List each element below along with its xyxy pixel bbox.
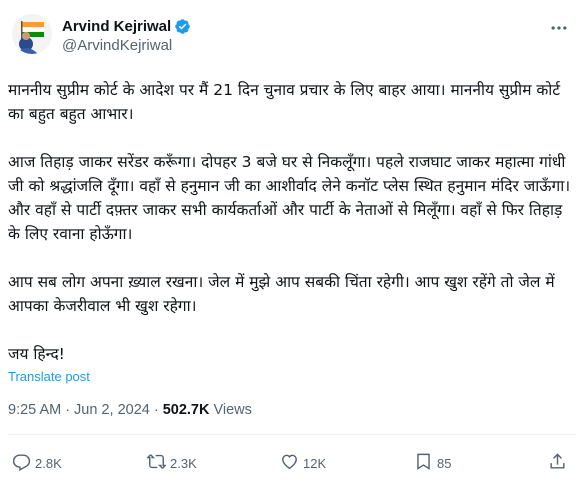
verified-badge-icon[interactable] — [174, 18, 191, 35]
repost-button[interactable]: 2.3K — [146, 452, 197, 474]
like-button[interactable]: 12K — [280, 452, 326, 474]
tweet-paragraph: आप सब लोग अपना ख़्याल रखना। जेल में मुझे… — [8, 273, 555, 315]
more-horizontal-icon[interactable] — [548, 18, 570, 40]
tweet-header: Arvind Kejriwal @ArvindKejriwal — [12, 12, 572, 60]
share-icon — [548, 452, 571, 474]
divider — [8, 434, 577, 435]
tweet-paragraph: माननीय सुप्रीम कोर्ट के आदेश पर मैं 21 द… — [8, 81, 561, 123]
action-bar: 2.8K 2.3K 12K 85 — [10, 452, 570, 474]
avatar[interactable] — [12, 14, 52, 54]
author-name-row: Arvind Kejriwal — [62, 16, 191, 36]
reply-button[interactable]: 2.8K — [12, 452, 62, 474]
share-button[interactable] — [548, 452, 571, 474]
views-label: Views — [213, 402, 252, 418]
tweet-paragraph: जय हिन्द! — [8, 345, 65, 363]
tweet-paragraph: आज तिहाड़ जाकर सरेंडर करूँगा। दोपहर 3 बज… — [8, 153, 571, 243]
bookmark-count: 85 — [437, 455, 452, 471]
heart-icon — [280, 452, 303, 474]
tweet-date[interactable]: Jun 2, 2024 — [74, 402, 150, 418]
tweet-time[interactable]: 9:25 AM — [8, 402, 61, 418]
repost-icon — [146, 452, 170, 474]
views-count: 502.7K — [162, 402, 210, 418]
tweet-text: माननीय सुप्रीम कोर्ट के आदेश पर मैं 21 द… — [8, 78, 576, 366]
repost-count: 2.3K — [170, 455, 197, 471]
reply-count: 2.8K — [35, 455, 62, 471]
meta-separator: · — [65, 402, 71, 418]
meta-separator: · — [153, 402, 159, 418]
author-name[interactable]: Arvind Kejriwal — [62, 18, 171, 35]
translate-post-link[interactable]: Translate post — [8, 369, 90, 384]
like-count: 12K — [303, 455, 327, 471]
bookmark-button[interactable]: 85 — [414, 452, 451, 474]
bookmark-icon — [414, 452, 437, 474]
author-handle[interactable]: @ArvindKejriwal — [62, 37, 172, 54]
tweet-meta: 9:25 AM · Jun 2, 2024 · 502.7K Views — [8, 402, 252, 418]
reply-icon — [12, 452, 35, 474]
